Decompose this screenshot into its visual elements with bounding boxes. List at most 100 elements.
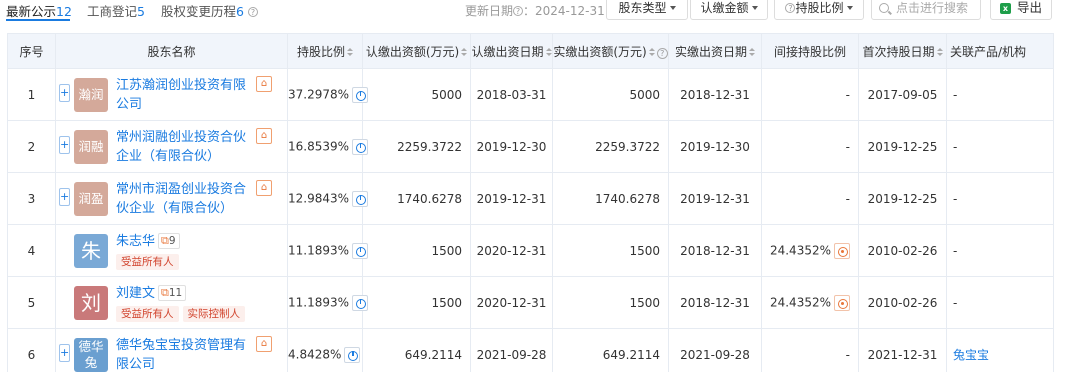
- beneficial-owner-tag: 受益所有人: [116, 306, 179, 322]
- ratio-cell: 12.9843%: [287, 172, 369, 225]
- col-related: 关联产品/机构: [946, 33, 1054, 69]
- shareholder-cell: + 润盈 常州市润盈创业投资合伙企业（有限合伙） ⌂: [55, 172, 288, 225]
- col-paid-date[interactable]: 实缴出资日期: [668, 33, 762, 69]
- sub-date-cell: 2019-12-30: [470, 120, 553, 173]
- pie-chart-icon[interactable]: [352, 138, 369, 155]
- paid-amount-cell: 5000: [552, 68, 669, 121]
- related-product-link[interactable]: 兔宝宝: [953, 348, 989, 362]
- equity-path-icon[interactable]: [834, 294, 850, 311]
- shareholder-cell: + 德华兔 德华兔宝宝投资管理有限公司 ⌂: [55, 328, 288, 372]
- paid-amount-cell: 649.2114: [552, 328, 669, 372]
- relation-count-badge[interactable]: ⧉9: [158, 233, 180, 249]
- ratio-cell: 37.2978%: [287, 68, 369, 121]
- shareholder-name-link[interactable]: 德华兔宝宝投资管理有限公司: [116, 336, 252, 372]
- related-cell: 兔宝宝: [946, 328, 1054, 372]
- row-index: 3: [7, 172, 56, 225]
- sub-date-cell: 2020-12-31: [470, 224, 553, 277]
- shareholder-name-link[interactable]: 常州润融创业投资合伙企业（有限合伙）: [116, 128, 252, 166]
- sub-date-cell: 2019-12-31: [470, 172, 553, 225]
- help-icon[interactable]: ?: [513, 6, 524, 16]
- tab-latest[interactable]: 最新公示12: [6, 1, 72, 20]
- tab-equity-history[interactable]: 股权变更历程6 ?: [161, 1, 258, 20]
- expand-icon[interactable]: +: [59, 344, 70, 362]
- expand-icon[interactable]: +: [59, 136, 70, 154]
- ratio-cell: 16.8539%: [287, 120, 369, 173]
- help-icon[interactable]: ?: [785, 3, 796, 13]
- sub-amount-cell: 5000: [362, 68, 471, 121]
- sub-amount-cell: 2259.3722: [362, 120, 471, 173]
- sub-date-cell: 2018-03-31: [470, 68, 553, 121]
- pie-chart-icon[interactable]: [352, 190, 369, 207]
- shareholder-cell: 刘 刘建文 ⧉11 受益所有人 实际控制人: [55, 276, 288, 329]
- sub-amount-cell: 649.2114: [362, 328, 471, 372]
- shareholder-name-link[interactable]: 常州市润盈创业投资合伙企业（有限合伙）: [116, 180, 252, 218]
- finance-badge-icon[interactable]: ⌂: [256, 128, 272, 144]
- tab-business-registration[interactable]: 工商登记5: [87, 1, 145, 20]
- finance-badge-icon[interactable]: ⌂: [256, 180, 272, 196]
- help-icon[interactable]: ?: [247, 7, 258, 17]
- paid-amount-cell: 1500: [552, 224, 669, 277]
- help-icon[interactable]: ?: [656, 47, 668, 59]
- relation-count-badge[interactable]: ⧉11: [158, 285, 187, 301]
- indirect-cell: 24.4352%: [761, 276, 859, 329]
- col-paid-amount[interactable]: 实缴出资额(万元)?: [552, 33, 669, 69]
- pie-chart-icon[interactable]: [344, 346, 361, 363]
- related-cell: -: [946, 276, 1054, 329]
- indirect-cell: 24.4352%: [761, 224, 859, 277]
- equity-path-icon[interactable]: [834, 242, 850, 259]
- finance-badge-icon[interactable]: ⌂: [256, 76, 272, 92]
- paid-date-cell: 2018-12-31: [668, 224, 762, 277]
- sort-icon[interactable]: [461, 47, 468, 57]
- first-date-cell: 2019-12-25: [858, 172, 947, 225]
- col-first-date[interactable]: 首次持股日期: [858, 33, 947, 69]
- col-sub-date[interactable]: 认缴出资日期: [470, 33, 553, 69]
- shareholder-name-link[interactable]: 江苏瀚润创业投资有限公司: [116, 76, 252, 114]
- shareholder-name-link[interactable]: 刘建文 ⧉11: [116, 284, 187, 303]
- first-date-cell: 2019-12-25: [858, 120, 947, 173]
- col-ratio[interactable]: 持股比例: [287, 33, 363, 69]
- indirect-cell: -: [761, 328, 859, 372]
- pie-chart-icon[interactable]: [352, 242, 369, 259]
- chevron-down-icon: [669, 6, 676, 10]
- finance-badge-icon[interactable]: ⌂: [256, 336, 272, 352]
- first-date-cell: 2010-02-26: [858, 276, 947, 329]
- sort-icon[interactable]: [749, 47, 755, 57]
- paid-date-cell: 2019-12-30: [668, 120, 762, 173]
- chevron-down-icon: [846, 6, 853, 10]
- sub-amount-cell: 1500: [362, 276, 471, 329]
- table-row: 6 + 德华兔 德华兔宝宝投资管理有限公司 ⌂ 4.8428% 649.2114…: [7, 328, 1054, 372]
- table-row: 1 + 瀚润 江苏瀚润创业投资有限公司 ⌂ 37.2978% 5000 2018…: [7, 68, 1054, 121]
- row-index: 1: [7, 68, 56, 121]
- expand-icon[interactable]: +: [59, 84, 70, 102]
- ratio-cell: 11.1893%: [287, 276, 369, 329]
- shareholder-table: 序号 股东名称 持股比例 认缴出资额(万元) 认缴出资日期 实缴出资额(万元)?…: [7, 33, 1054, 372]
- person-avatar: 刘: [74, 286, 108, 320]
- shareholder-name-link[interactable]: 朱志华 ⧉9: [116, 232, 180, 251]
- first-date-cell: 2010-02-26: [858, 224, 947, 277]
- ratio-cell: 11.1893%: [287, 224, 369, 277]
- expand-icon[interactable]: +: [59, 188, 70, 206]
- search-input[interactable]: 点击进行搜索: [871, 0, 981, 20]
- indirect-cell: -: [761, 68, 859, 121]
- col-sub-amount[interactable]: 认缴出资额(万元): [362, 33, 471, 69]
- sub-amount-cell: 1500: [362, 224, 471, 277]
- sort-icon[interactable]: [648, 47, 655, 57]
- tag-list: 受益所有人 实际控制人: [116, 306, 249, 322]
- tab-count: 6: [236, 4, 244, 19]
- sort-icon[interactable]: [545, 47, 552, 57]
- table-row: 5 刘 刘建文 ⧉11 受益所有人 实际控制人 11.1893% 1500 2020…: [7, 276, 1054, 329]
- export-button[interactable]: x 导出: [990, 0, 1052, 20]
- search-icon: [879, 3, 889, 13]
- sort-icon[interactable]: [347, 47, 353, 57]
- update-date: 更新日期? ：2024-12-31: [465, 4, 605, 18]
- pie-chart-icon[interactable]: [352, 294, 369, 311]
- first-date-cell: 2017-09-05: [858, 68, 947, 121]
- shareholder-type-dropdown[interactable]: 股东类型: [606, 0, 688, 20]
- table-header: 序号 股东名称 持股比例 认缴出资额(万元) 认缴出资日期 实缴出资额(万元)?…: [7, 33, 1054, 69]
- active-tab-underline: [6, 19, 70, 21]
- sort-icon[interactable]: [936, 47, 943, 57]
- subscribed-amount-dropdown[interactable]: 认缴金额: [690, 0, 768, 20]
- ratio-dropdown[interactable]: ? 持股比例: [774, 0, 864, 20]
- company-logo: 德华兔: [74, 338, 108, 372]
- pie-chart-icon[interactable]: [352, 86, 369, 103]
